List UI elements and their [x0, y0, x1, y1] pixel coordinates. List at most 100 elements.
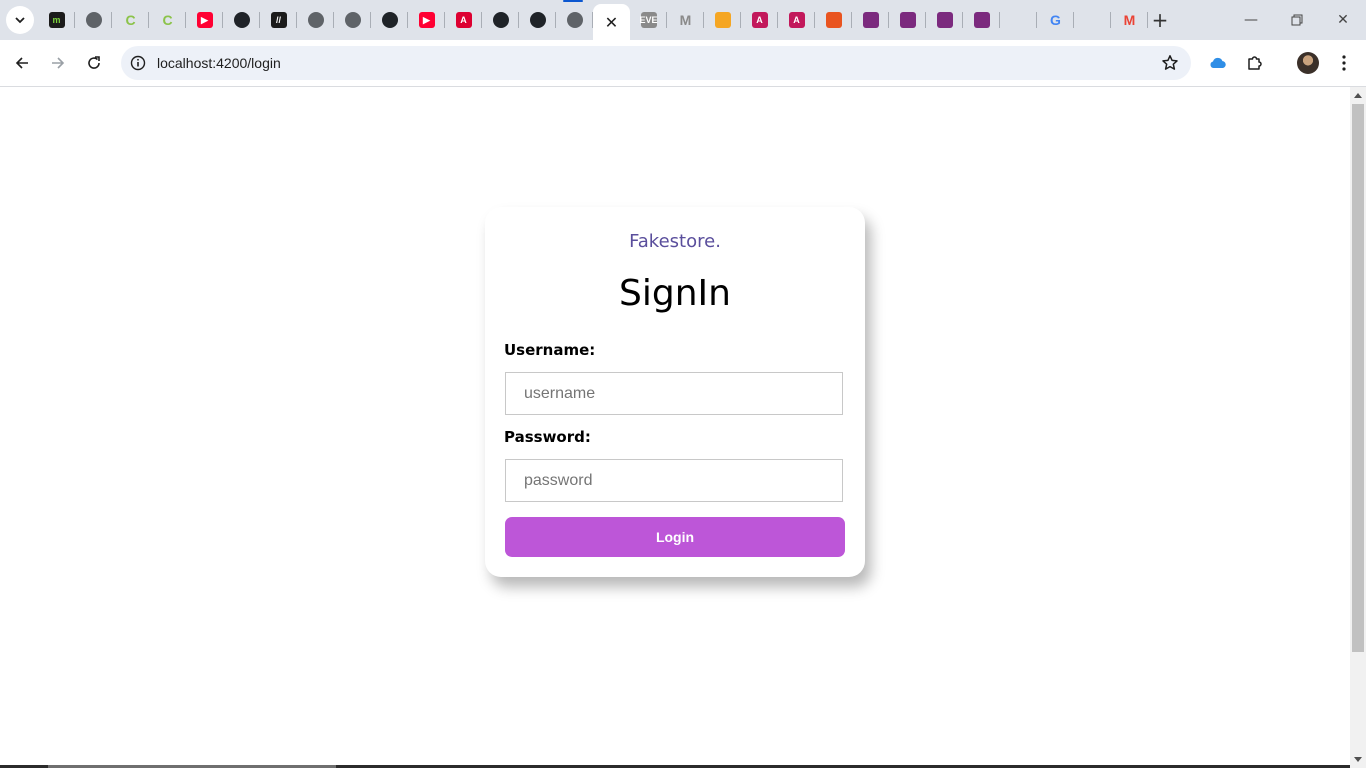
browser-menu-button[interactable]	[1332, 51, 1356, 75]
tab[interactable]: G	[1037, 6, 1074, 34]
puzzle-icon	[1248, 56, 1262, 70]
tab[interactable]: C	[112, 6, 149, 34]
tab[interactable]: EVE	[630, 6, 667, 34]
cloud-icon	[1210, 57, 1226, 68]
arrow-right-icon	[52, 57, 65, 69]
tab[interactable]: A	[445, 6, 482, 34]
extensions-button[interactable]	[1243, 51, 1267, 75]
username-input[interactable]	[505, 372, 843, 415]
browser-toolbar: localhost:4200/login	[0, 40, 1366, 87]
tab[interactable]	[519, 6, 556, 34]
login-card: Fakestore. SignIn Username: Password: Lo…	[485, 207, 865, 577]
forward-button[interactable]	[44, 49, 72, 77]
tab[interactable]: M	[667, 6, 704, 34]
box-icon	[973, 12, 990, 28]
tab[interactable]	[1000, 6, 1037, 34]
tab[interactable]	[371, 6, 408, 34]
cloud-extension-button[interactable]	[1206, 51, 1230, 75]
scrollbar-thumb[interactable]	[1352, 104, 1364, 652]
github-icon	[492, 12, 509, 28]
tab[interactable]: ▶	[186, 6, 223, 34]
url-text[interactable]: localhost:4200/login	[157, 55, 281, 71]
minimize-icon: —	[1244, 12, 1258, 28]
tab[interactable]: C	[149, 6, 186, 34]
tab[interactable]: m	[38, 6, 75, 34]
m-gray-icon: M	[679, 12, 692, 28]
bookmark-star-icon[interactable]	[1161, 54, 1179, 72]
back-button[interactable]	[8, 49, 36, 77]
globe-icon	[85, 12, 102, 28]
google-icon: G	[1050, 12, 1061, 28]
address-bar[interactable]: localhost:4200/login	[121, 46, 1191, 80]
box-icon	[936, 12, 953, 28]
tab[interactable]	[223, 6, 260, 34]
c-icon: C	[125, 12, 136, 28]
tab[interactable]	[297, 6, 334, 34]
slash-icon: //	[270, 12, 287, 28]
tab-close-icon[interactable]: ✕	[605, 13, 618, 32]
github-icon	[529, 12, 546, 28]
tab[interactable]: A	[778, 6, 815, 34]
new-tab-button[interactable]: +	[1148, 8, 1172, 32]
close-window-button[interactable]: ✕	[1320, 0, 1366, 40]
tab[interactable]: ▶	[408, 6, 445, 34]
reload-button[interactable]	[80, 49, 108, 77]
m-icon: m	[48, 12, 65, 28]
tab[interactable]	[815, 6, 852, 34]
github-icon	[233, 12, 250, 28]
tab-search-button[interactable]	[6, 6, 34, 34]
restore-icon	[1291, 14, 1303, 26]
username-label: Username:	[504, 341, 596, 359]
tab[interactable]	[482, 6, 519, 34]
tab[interactable]	[926, 6, 963, 34]
tab[interactable]	[556, 6, 593, 34]
page-title: SignIn	[619, 273, 731, 314]
tab[interactable]	[852, 6, 889, 34]
eve-icon: EVE	[640, 12, 658, 28]
chevron-down-icon	[15, 17, 25, 24]
scroll-down-arrow-icon[interactable]	[1354, 757, 1362, 762]
tab[interactable]: //	[260, 6, 297, 34]
box-icon	[899, 12, 916, 28]
mountain-icon	[1085, 12, 1101, 28]
plus-icon: +	[1151, 8, 1169, 32]
more-vertical-icon	[1342, 55, 1346, 71]
shield-icon	[714, 12, 731, 28]
restore-button[interactable]	[1274, 0, 1320, 40]
github-icon	[381, 12, 398, 28]
scroll-up-arrow-icon[interactable]	[1354, 93, 1362, 98]
profile-button[interactable]	[1296, 51, 1320, 75]
angular-icon: A	[751, 12, 768, 28]
angular-icon: A	[455, 12, 472, 28]
close-icon: ✕	[1337, 12, 1349, 28]
tab[interactable]	[889, 6, 926, 34]
brand-name: Fakestore.	[629, 231, 721, 252]
tab[interactable]: A	[741, 6, 778, 34]
c-icon: C	[162, 12, 173, 28]
login-button[interactable]: Login	[505, 517, 845, 557]
box-icon	[862, 12, 879, 28]
tab[interactable]: M	[1111, 6, 1148, 34]
tab[interactable]	[963, 6, 1000, 34]
minimize-button[interactable]: —	[1228, 0, 1274, 40]
globe-icon	[344, 12, 361, 28]
site-info-icon[interactable]	[130, 55, 146, 71]
password-input[interactable]	[505, 459, 843, 502]
globe-icon	[566, 12, 583, 28]
gmail-icon: M	[1123, 12, 1136, 28]
tab[interactable]	[1074, 6, 1111, 34]
tab-strip: m C C ▶ // ▶ A ✕ EVE M A A G M + — ✕	[0, 0, 1366, 40]
arrow-left-icon	[15, 57, 28, 69]
page-scrollbar[interactable]	[1350, 87, 1366, 768]
youtube-icon: ▶	[196, 12, 213, 28]
globe-icon	[307, 12, 324, 28]
password-label: Password:	[504, 428, 591, 446]
tab[interactable]	[704, 6, 741, 34]
stackoverflow-icon	[1011, 12, 1027, 28]
ubuntu-icon	[825, 12, 842, 28]
tab[interactable]	[75, 6, 112, 34]
reload-icon	[88, 56, 100, 69]
angular-icon: A	[788, 12, 805, 28]
tab[interactable]	[334, 6, 371, 34]
tab-active[interactable]: ✕	[593, 4, 630, 40]
